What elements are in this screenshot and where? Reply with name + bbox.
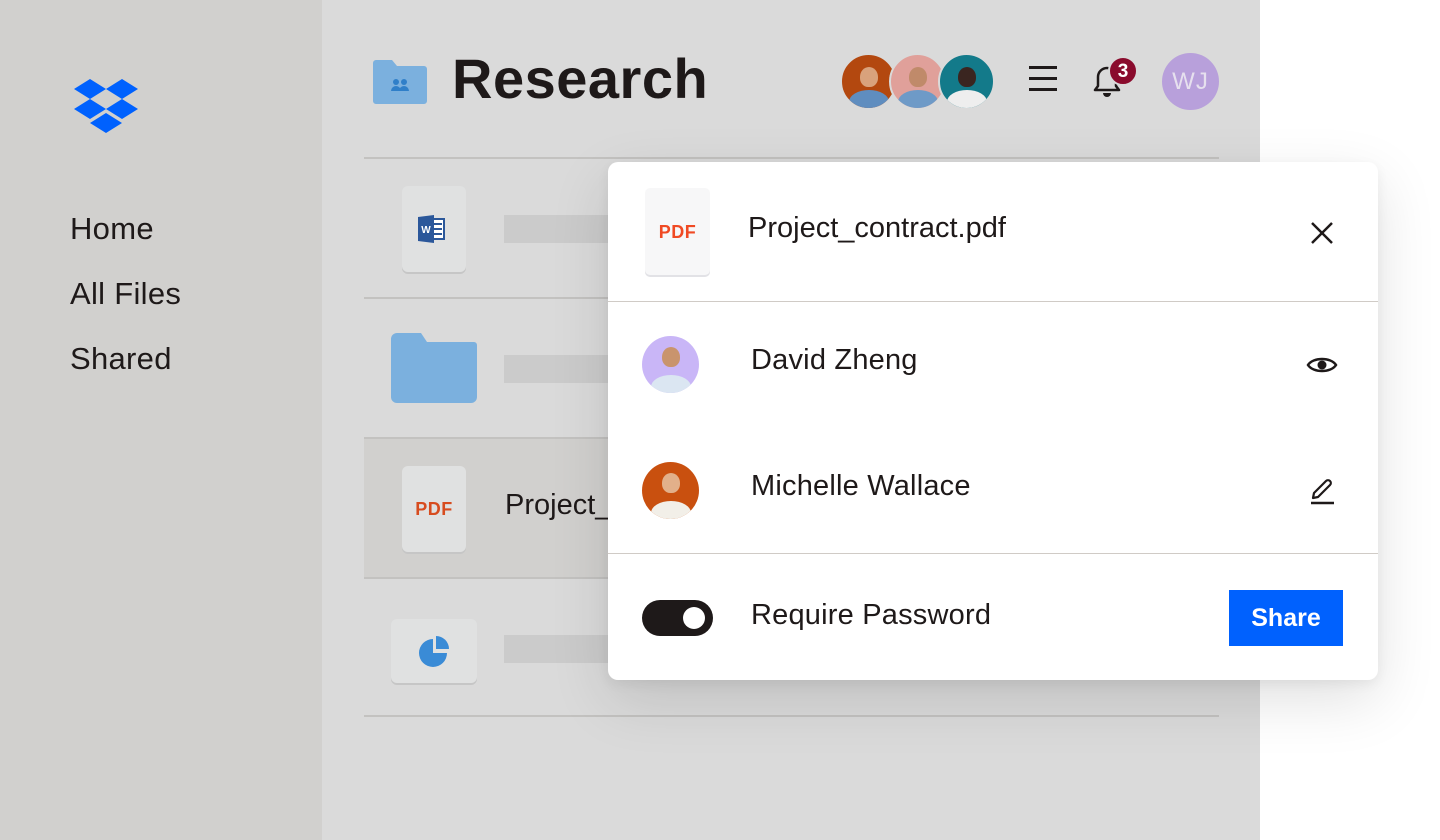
folder-icon bbox=[391, 333, 477, 403]
svg-text:W: W bbox=[421, 225, 431, 236]
shared-person-row[interactable]: Michelle Wallace bbox=[608, 428, 1378, 554]
sidebar-item-shared[interactable]: Shared bbox=[70, 338, 181, 403]
shared-folder-icon bbox=[373, 60, 427, 104]
word-doc-icon: W bbox=[402, 186, 466, 272]
person-name: Michelle Wallace bbox=[751, 470, 971, 502]
eye-icon[interactable] bbox=[1306, 349, 1338, 381]
dropbox-logo-icon[interactable] bbox=[74, 79, 138, 133]
avatar bbox=[642, 336, 699, 393]
file-name-placeholder bbox=[504, 355, 624, 383]
share-dialog: PDF Project_contract.pdf David Zheng Mic… bbox=[608, 162, 1378, 680]
avatar bbox=[642, 462, 699, 519]
pencil-icon[interactable] bbox=[1306, 475, 1338, 507]
sidebar-item-home[interactable]: Home bbox=[70, 208, 181, 273]
share-dialog-header: PDF Project_contract.pdf bbox=[608, 162, 1378, 302]
require-password-toggle[interactable] bbox=[642, 600, 713, 636]
require-password-label: Require Password bbox=[751, 599, 992, 631]
person-name: David Zheng bbox=[751, 344, 918, 376]
share-dialog-footer: Require Password Share bbox=[608, 553, 1378, 680]
share-button[interactable]: Share bbox=[1229, 590, 1343, 646]
user-avatar[interactable]: WJ bbox=[1162, 53, 1219, 110]
collaborator-avatar[interactable] bbox=[938, 53, 995, 110]
close-icon[interactable] bbox=[1308, 219, 1336, 247]
sidebar-item-all-files[interactable]: All Files bbox=[70, 273, 181, 338]
sidebar: Home All Files Shared bbox=[0, 0, 322, 840]
sidebar-nav: Home All Files Shared bbox=[70, 208, 181, 403]
pie-chart-file-icon bbox=[391, 619, 477, 683]
shared-person-row[interactable]: David Zheng bbox=[608, 302, 1378, 428]
pdf-file-icon: PDF bbox=[402, 466, 466, 552]
folder-title: Research bbox=[452, 47, 709, 110]
file-name: Project_ bbox=[505, 489, 612, 521]
hamburger-menu-icon[interactable] bbox=[1029, 66, 1057, 94]
pdf-file-icon: PDF bbox=[645, 188, 710, 275]
collaborator-avatars[interactable] bbox=[840, 53, 995, 110]
shared-file-name: Project_contract.pdf bbox=[748, 212, 1006, 244]
notification-badge: 3 bbox=[1108, 56, 1138, 86]
file-name-placeholder bbox=[504, 635, 624, 663]
file-name-placeholder bbox=[504, 215, 624, 243]
